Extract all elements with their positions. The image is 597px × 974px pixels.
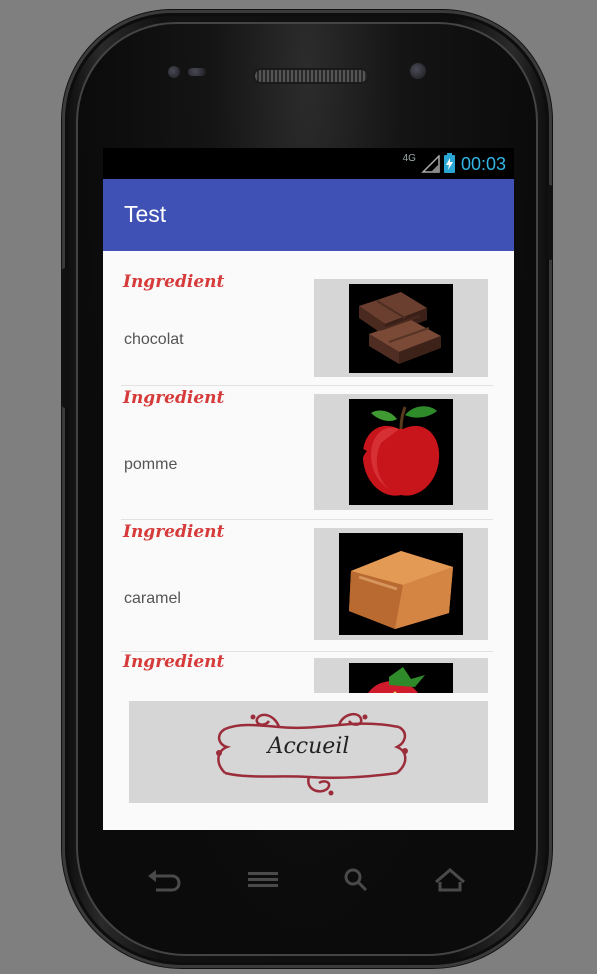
accueil-button-label: Accueil	[267, 734, 350, 759]
back-icon[interactable]	[146, 864, 182, 896]
ingredient-label: Ingredient	[123, 522, 225, 542]
screen: 4G 00:03 Test Ingredient chocolat Ingred…	[103, 148, 514, 830]
ingredient-image-box[interactable]	[314, 658, 488, 693]
volume-button	[62, 268, 68, 408]
nav-bar	[110, 850, 510, 910]
ingredient-label: Ingredient	[123, 388, 225, 408]
chocolate-bar-image	[349, 284, 453, 373]
ingredient-label: Ingredient	[123, 272, 225, 292]
list-item[interactable]: Ingredient caramel	[103, 520, 514, 652]
ingredient-image-box[interactable]	[314, 528, 488, 640]
ingredient-name: pomme	[124, 456, 178, 473]
ingredient-name: caramel	[124, 590, 181, 607]
ingredient-name: chocolat	[124, 331, 184, 348]
light-sensor	[410, 63, 426, 79]
front-camera	[168, 66, 180, 78]
home-icon[interactable]	[432, 864, 468, 896]
list-item[interactable]: Ingredient pomme	[103, 386, 514, 520]
status-bar: 4G 00:03	[103, 148, 514, 179]
ingredient-image-box[interactable]	[314, 394, 488, 510]
battery-charging-icon	[443, 153, 455, 173]
menu-icon[interactable]	[245, 864, 281, 896]
ingredient-image-box[interactable]	[314, 279, 488, 377]
list-item[interactable]: Ingredient	[103, 650, 514, 693]
apple-image	[349, 399, 453, 505]
caramel-image	[339, 533, 463, 635]
app-title: Test	[124, 201, 167, 227]
proximity-sensor	[188, 68, 206, 76]
power-button	[547, 185, 553, 260]
network-type-label: 4G	[402, 152, 416, 164]
accueil-button[interactable]: Accueil	[129, 701, 488, 803]
list-item[interactable]: Ingredient chocolat	[103, 251, 514, 386]
signal-icon	[421, 155, 440, 173]
app-bar: Test	[103, 179, 514, 251]
ingredient-label: Ingredient	[123, 652, 225, 672]
earpiece-speaker	[255, 70, 367, 82]
status-clock: 00:03	[460, 153, 506, 174]
search-icon[interactable]	[338, 864, 374, 896]
ingredient-list[interactable]: Ingredient chocolat Ingredient pomme Ing…	[103, 251, 514, 693]
strawberry-image	[349, 663, 453, 693]
